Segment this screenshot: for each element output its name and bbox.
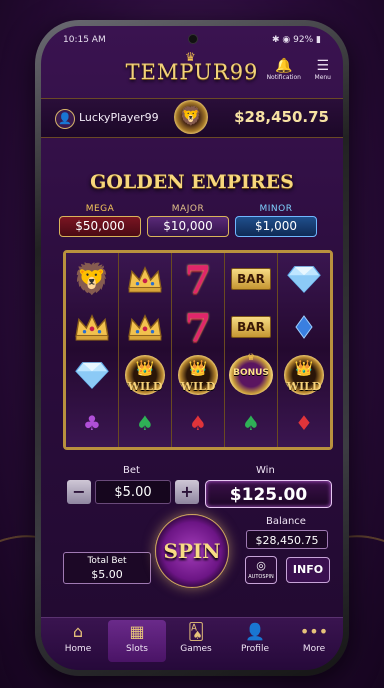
lion-symbol: 🦁 (73, 261, 111, 297)
balance-value: $28,450.75 (246, 530, 328, 549)
wild-symbol: 👑 WILD (278, 351, 330, 399)
bar-symbol: BAR (225, 255, 277, 303)
wild-symbol: 👑 WILD (172, 351, 224, 399)
total-bet-box: Total Bet $5.00 (63, 552, 151, 584)
tab-more[interactable]: ••• More (285, 622, 343, 654)
club-symbol: ♣ (83, 411, 101, 435)
spade-red-symbol: ♠ (189, 411, 207, 435)
menu-button[interactable]: ☰ Menu (315, 58, 331, 81)
status-icons: ✱ ◉ 92% ▮ (272, 35, 321, 45)
jackpot-minor-value: $1,000 (235, 216, 317, 237)
win-amount: $125.00 (205, 480, 332, 508)
more-icon: ••• (299, 622, 329, 641)
app-screen: 10:15 AM ✱ ◉ 92% ▮ ♛ TEMPUR99 🔔 Notifica… (41, 26, 343, 670)
tab-slots[interactable]: ▦ Slots (108, 620, 166, 662)
seven-symbol: 7 (184, 304, 212, 350)
bet-decrease-button[interactable]: − (67, 480, 91, 504)
win-label: Win (256, 465, 275, 476)
wild-symbol: 👑 WILD (119, 351, 171, 399)
crown-symbol (119, 303, 171, 351)
bet-increase-button[interactable]: + (175, 480, 199, 504)
bet-stepper: − $5.00 + (67, 480, 199, 506)
app-header: ♛ TEMPUR99 🔔 Notification ☰ Menu (41, 50, 343, 94)
slots-icon: ▦ (129, 622, 145, 641)
red-diamond-symbol: ♦ (295, 411, 313, 435)
spade-symbol: ♠ (242, 411, 260, 435)
cards-icon: 🂡 (187, 622, 205, 641)
info-button[interactable]: INFO (286, 557, 330, 583)
jackpot-major-name: MAJOR (171, 204, 205, 214)
user-avatar-icon[interactable]: 👤 (55, 109, 75, 129)
username[interactable]: LuckyPlayer99 (79, 111, 159, 124)
game-title: GOLDEN EMPIRES (90, 171, 294, 193)
jackpot-minor: MINOR $1,000 (235, 204, 317, 237)
autospin-label: AUTOSPIN (248, 574, 274, 580)
bet-label: Bet (123, 465, 140, 476)
bottom-tab-bar: ⌂ Home ▦ Slots 🂡 Games 👤 Profile ••• Mor… (41, 617, 343, 670)
seven-symbol: 7 (184, 256, 212, 302)
reel-5: 👑 WILD ♦ (278, 253, 330, 447)
status-time: 10:15 AM (63, 35, 106, 45)
jackpot-mega-name: MEGA (85, 204, 115, 214)
home-icon: ⌂ (72, 622, 84, 641)
diamond-symbol (66, 351, 118, 399)
reel-4: BAR BAR ♛ BONUS ♠ (225, 253, 278, 447)
jackpot-mega: MEGA $50,000 (59, 204, 141, 237)
bar-symbol: BAR (225, 303, 277, 351)
profile-icon: 👤 (245, 622, 265, 641)
tab-home-label: Home (64, 644, 92, 654)
spade-symbol: ♠ (136, 411, 154, 435)
menu-label: Menu (314, 74, 331, 81)
battery-level: 92% (293, 35, 314, 45)
camera-icon (188, 34, 198, 44)
total-bet-label: Total Bet (87, 556, 127, 566)
jackpot-minor-name: MINOR (259, 204, 293, 214)
bell-icon: 🔔 (275, 58, 293, 74)
diamond-symbol (278, 255, 330, 303)
crown-symbol (66, 303, 118, 351)
bonus-symbol: ♛ BONUS (225, 351, 277, 399)
bet-value: $5.00 (95, 480, 171, 504)
jackpot-major: MAJOR $10,000 (147, 204, 229, 237)
total-bet-value: $5.00 (91, 568, 123, 581)
spin-button[interactable]: SPIN (155, 514, 229, 588)
slot-reels[interactable]: 🦁 ♣ 👑 WILD ♠ 7 7 👑 WILD ♠ BAR BAR ♛ BONUS ♠ 👑 WILD ♦ (63, 250, 333, 450)
blue-gem-symbol (278, 303, 330, 351)
tab-home[interactable]: ⌂ Home (49, 622, 107, 654)
hamburger-menu-icon: ☰ (316, 58, 330, 74)
jackpot-row: MEGA $50,000 MAJOR $10,000 MINOR $1,000 (59, 204, 329, 246)
tab-slots-label: Slots (126, 644, 148, 654)
jackpot-major-value: $10,000 (147, 216, 229, 237)
phone-frame: 10:15 AM ✱ ◉ 92% ▮ ♛ TEMPUR99 🔔 Notifica… (35, 20, 349, 676)
bet-win-panel: Bet Win − $5.00 + $125.00 (41, 463, 343, 513)
notification-button[interactable]: 🔔 Notification (267, 58, 301, 81)
tab-games-label: Games (180, 644, 212, 654)
autospin-icon: ◎ (256, 559, 266, 572)
user-bar: 👤 LuckyPlayer99 🦁 $28,450.75 (41, 98, 343, 138)
crown-symbol (119, 255, 171, 303)
notification-label: Notification (266, 74, 301, 81)
lion-emblem-icon: 🦁 (174, 100, 208, 134)
autospin-button[interactable]: ◎ AUTOSPIN (245, 556, 277, 584)
tab-profile-label: Profile (241, 644, 269, 654)
reel-1: 🦁 ♣ (66, 253, 119, 447)
tab-more-label: More (302, 644, 326, 654)
jackpot-mega-value: $50,000 (59, 216, 141, 237)
tab-games[interactable]: 🂡 Games (167, 622, 225, 654)
credit-balance: $28,450.75 (234, 108, 329, 126)
reel-3: 7 7 👑 WILD ♠ (172, 253, 225, 447)
reel-2: 👑 WILD ♠ (119, 253, 172, 447)
tab-profile[interactable]: 👤 Profile (226, 622, 284, 654)
balance-label: Balance (266, 516, 306, 527)
